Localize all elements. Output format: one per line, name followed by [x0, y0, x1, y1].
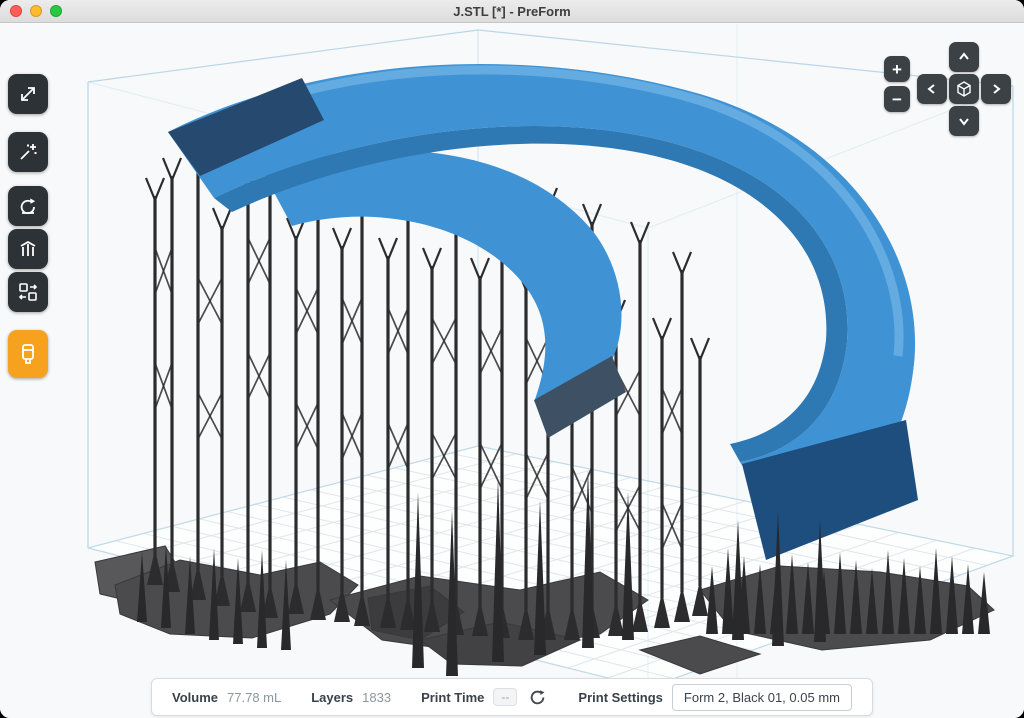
supports-icon	[17, 238, 39, 260]
rotate-down-button[interactable]	[949, 106, 979, 136]
zoom-out-button[interactable]: −	[884, 86, 910, 112]
rotate-left-button[interactable]	[917, 74, 947, 104]
chevron-up-icon	[958, 51, 970, 63]
orientation-icon	[17, 195, 39, 217]
zoom-in-label: +	[892, 61, 902, 78]
chevron-down-icon	[958, 115, 970, 127]
reset-view-icon	[954, 79, 974, 99]
layout-icon	[17, 281, 39, 303]
reset-view-button[interactable]	[949, 74, 979, 104]
orientation-tool-button[interactable]	[8, 186, 48, 226]
print-time-label: Print Time	[421, 690, 484, 705]
one-click-print-button[interactable]	[8, 132, 48, 172]
print-time-group: Print Time --	[421, 686, 548, 708]
print-settings-select[interactable]: Form 2, Black 01, 0.05 mm	[672, 684, 852, 711]
refresh-icon	[529, 689, 546, 706]
preform-window: J.STL [*] - PreForm +	[0, 0, 1024, 718]
window-title: J.STL [*] - PreForm	[453, 4, 571, 19]
layout-tool-button[interactable]	[8, 272, 48, 312]
print-time-value: --	[493, 688, 517, 706]
close-button[interactable]	[10, 5, 22, 17]
print-settings-label: Print Settings	[578, 690, 663, 705]
calculate-print-time-button[interactable]	[526, 686, 548, 708]
print-button[interactable]	[8, 330, 48, 378]
fullscreen-button[interactable]	[50, 5, 62, 17]
status-bar: Volume 77.78 mL Layers 1833 Print Time -…	[151, 678, 873, 716]
rotate-right-button[interactable]	[981, 74, 1011, 104]
titlebar: J.STL [*] - PreForm	[0, 0, 1024, 23]
print-settings-group: Print Settings Form 2, Black 01, 0.05 mm	[578, 684, 852, 711]
chevron-left-icon	[926, 83, 938, 95]
zoom-out-label: −	[892, 91, 902, 108]
volume-value: 77.78 mL	[227, 690, 281, 705]
rotate-up-button[interactable]	[949, 42, 979, 72]
cartridge-icon	[17, 342, 39, 366]
zoom-in-button[interactable]: +	[884, 56, 910, 82]
scale-tool-button[interactable]	[8, 74, 48, 114]
minimize-button[interactable]	[30, 5, 42, 17]
chevron-right-icon	[990, 83, 1002, 95]
layers-group: Layers 1833	[311, 690, 391, 705]
layers-value: 1833	[362, 690, 391, 705]
magic-wand-icon	[17, 141, 39, 163]
volume-group: Volume 77.78 mL	[172, 690, 281, 705]
volume-label: Volume	[172, 690, 218, 705]
viewport-3d[interactable]	[0, 0, 1024, 718]
supports-tool-button[interactable]	[8, 229, 48, 269]
layers-label: Layers	[311, 690, 353, 705]
scale-icon	[17, 83, 39, 105]
